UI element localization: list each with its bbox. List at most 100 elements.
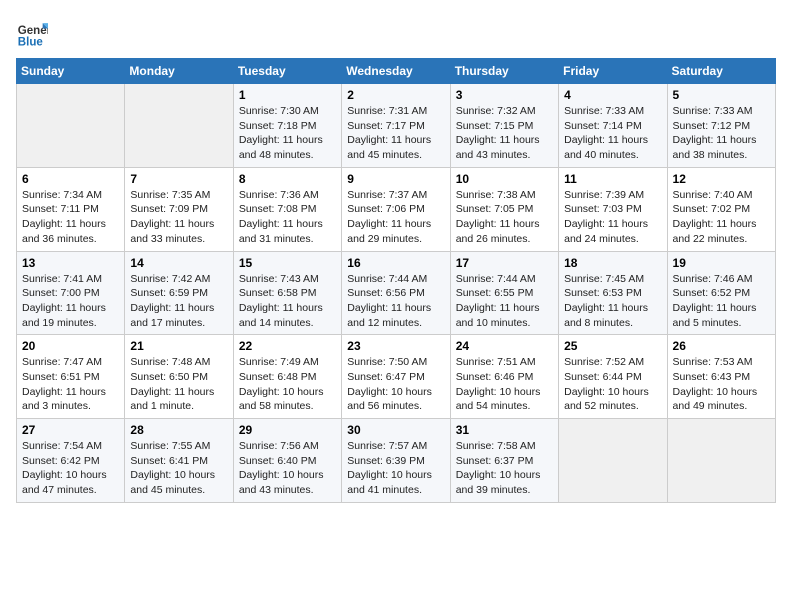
day-number: 8 <box>239 172 336 186</box>
day-number: 4 <box>564 88 661 102</box>
calendar-cell: 12Sunrise: 7:40 AM Sunset: 7:02 PM Dayli… <box>667 167 775 251</box>
day-detail: Sunrise: 7:30 AM Sunset: 7:18 PM Dayligh… <box>239 104 336 163</box>
calendar-cell <box>125 84 233 168</box>
day-detail: Sunrise: 7:32 AM Sunset: 7:15 PM Dayligh… <box>456 104 553 163</box>
day-number: 9 <box>347 172 444 186</box>
day-detail: Sunrise: 7:45 AM Sunset: 6:53 PM Dayligh… <box>564 272 661 331</box>
calendar-cell <box>667 419 775 503</box>
weekday-header-monday: Monday <box>125 59 233 84</box>
calendar-cell: 19Sunrise: 7:46 AM Sunset: 6:52 PM Dayli… <box>667 251 775 335</box>
day-number: 25 <box>564 339 661 353</box>
calendar-week-row: 1 Sunrise: 7:30 AM Sunset: 7:18 PM Daylig… <box>17 84 776 168</box>
day-detail: Sunrise: 7:47 AM Sunset: 6:51 PM Dayligh… <box>22 355 119 414</box>
day-detail: Sunrise: 7:34 AM Sunset: 7:11 PM Dayligh… <box>22 188 119 247</box>
day-number: 20 <box>22 339 119 353</box>
day-number: 24 <box>456 339 553 353</box>
day-detail: Sunrise: 7:54 AM Sunset: 6:42 PM Dayligh… <box>22 439 119 498</box>
day-number: 18 <box>564 256 661 270</box>
calendar-cell: 3 Sunrise: 7:32 AM Sunset: 7:15 PM Daylig… <box>450 84 558 168</box>
calendar-cell <box>17 84 125 168</box>
day-number: 26 <box>673 339 770 353</box>
day-number: 11 <box>564 172 661 186</box>
calendar-cell: 2Sunrise: 7:31 AM Sunset: 7:17 PM Daylig… <box>342 84 450 168</box>
page-header: General Blue <box>16 16 776 48</box>
day-detail: Sunrise: 7:53 AM Sunset: 6:43 PM Dayligh… <box>673 355 770 414</box>
day-detail: Sunrise: 7:52 AM Sunset: 6:44 PM Dayligh… <box>564 355 661 414</box>
day-number: 31 <box>456 423 553 437</box>
day-number: 21 <box>130 339 227 353</box>
calendar-table: SundayMondayTuesdayWednesdayThursdayFrid… <box>16 58 776 503</box>
calendar-cell: 14 Sunrise: 7:42 AM Sunset: 6:59 PM Dayli… <box>125 251 233 335</box>
day-detail: Sunrise: 7:42 AM Sunset: 6:59 PM Dayligh… <box>130 272 227 331</box>
calendar-cell: 8Sunrise: 7:36 AM Sunset: 7:08 PM Daylig… <box>233 167 341 251</box>
day-number: 6 <box>22 172 119 186</box>
calendar-week-row: 20 Sunrise: 7:47 AM Sunset: 6:51 PM Dayli… <box>17 335 776 419</box>
calendar-week-row: 6 Sunrise: 7:34 AM Sunset: 7:11 PM Daylig… <box>17 167 776 251</box>
calendar-cell: 28 Sunrise: 7:55 AM Sunset: 6:41 PM Dayli… <box>125 419 233 503</box>
logo-icon: General Blue <box>16 16 48 48</box>
day-number: 27 <box>22 423 119 437</box>
weekday-header-thursday: Thursday <box>450 59 558 84</box>
day-number: 12 <box>673 172 770 186</box>
weekday-header-saturday: Saturday <box>667 59 775 84</box>
day-detail: Sunrise: 7:43 AM Sunset: 6:58 PM Dayligh… <box>239 272 336 331</box>
day-number: 7 <box>130 172 227 186</box>
calendar-cell: 11 Sunrise: 7:39 AM Sunset: 7:03 PM Dayli… <box>559 167 667 251</box>
day-number: 15 <box>239 256 336 270</box>
calendar-cell: 10 Sunrise: 7:38 AM Sunset: 7:05 PM Dayli… <box>450 167 558 251</box>
calendar-cell: 15 Sunrise: 7:43 AM Sunset: 6:58 PM Dayli… <box>233 251 341 335</box>
day-detail: Sunrise: 7:44 AM Sunset: 6:56 PM Dayligh… <box>347 272 444 331</box>
calendar-cell: 1 Sunrise: 7:30 AM Sunset: 7:18 PM Daylig… <box>233 84 341 168</box>
weekday-header-wednesday: Wednesday <box>342 59 450 84</box>
calendar-cell: 17 Sunrise: 7:44 AM Sunset: 6:55 PM Dayli… <box>450 251 558 335</box>
day-detail: Sunrise: 7:58 AM Sunset: 6:37 PM Dayligh… <box>456 439 553 498</box>
logo: General Blue <box>16 16 48 48</box>
calendar-cell: 18 Sunrise: 7:45 AM Sunset: 6:53 PM Dayli… <box>559 251 667 335</box>
calendar-cell: 21 Sunrise: 7:48 AM Sunset: 6:50 PM Dayli… <box>125 335 233 419</box>
calendar-cell: 13Sunrise: 7:41 AM Sunset: 7:00 PM Dayli… <box>17 251 125 335</box>
calendar-cell: 31 Sunrise: 7:58 AM Sunset: 6:37 PM Dayli… <box>450 419 558 503</box>
day-detail: Sunrise: 7:48 AM Sunset: 6:50 PM Dayligh… <box>130 355 227 414</box>
calendar-cell: 27 Sunrise: 7:54 AM Sunset: 6:42 PM Dayli… <box>17 419 125 503</box>
calendar-week-row: 13Sunrise: 7:41 AM Sunset: 7:00 PM Dayli… <box>17 251 776 335</box>
day-number: 3 <box>456 88 553 102</box>
day-detail: Sunrise: 7:51 AM Sunset: 6:46 PM Dayligh… <box>456 355 553 414</box>
day-number: 16 <box>347 256 444 270</box>
calendar-cell: 6 Sunrise: 7:34 AM Sunset: 7:11 PM Daylig… <box>17 167 125 251</box>
calendar-cell: 30 Sunrise: 7:57 AM Sunset: 6:39 PM Dayli… <box>342 419 450 503</box>
calendar-cell: 25 Sunrise: 7:52 AM Sunset: 6:44 PM Dayli… <box>559 335 667 419</box>
calendar-cell: 24 Sunrise: 7:51 AM Sunset: 6:46 PM Dayli… <box>450 335 558 419</box>
weekday-header-row: SundayMondayTuesdayWednesdayThursdayFrid… <box>17 59 776 84</box>
day-number: 10 <box>456 172 553 186</box>
calendar-cell: 20 Sunrise: 7:47 AM Sunset: 6:51 PM Dayli… <box>17 335 125 419</box>
day-detail: Sunrise: 7:31 AM Sunset: 7:17 PM Dayligh… <box>347 104 444 163</box>
day-detail: Sunrise: 7:35 AM Sunset: 7:09 PM Dayligh… <box>130 188 227 247</box>
day-number: 1 <box>239 88 336 102</box>
calendar-cell: 26 Sunrise: 7:53 AM Sunset: 6:43 PM Dayli… <box>667 335 775 419</box>
calendar-cell: 23Sunrise: 7:50 AM Sunset: 6:47 PM Dayli… <box>342 335 450 419</box>
day-detail: Sunrise: 7:37 AM Sunset: 7:06 PM Dayligh… <box>347 188 444 247</box>
weekday-header-sunday: Sunday <box>17 59 125 84</box>
day-detail: Sunrise: 7:39 AM Sunset: 7:03 PM Dayligh… <box>564 188 661 247</box>
day-number: 29 <box>239 423 336 437</box>
day-detail: Sunrise: 7:56 AM Sunset: 6:40 PM Dayligh… <box>239 439 336 498</box>
day-number: 14 <box>130 256 227 270</box>
day-number: 30 <box>347 423 444 437</box>
calendar-cell: 29 Sunrise: 7:56 AM Sunset: 6:40 PM Dayli… <box>233 419 341 503</box>
day-detail: Sunrise: 7:38 AM Sunset: 7:05 PM Dayligh… <box>456 188 553 247</box>
day-detail: Sunrise: 7:55 AM Sunset: 6:41 PM Dayligh… <box>130 439 227 498</box>
calendar-week-row: 27 Sunrise: 7:54 AM Sunset: 6:42 PM Dayli… <box>17 419 776 503</box>
day-number: 22 <box>239 339 336 353</box>
day-detail: Sunrise: 7:33 AM Sunset: 7:12 PM Dayligh… <box>673 104 770 163</box>
day-number: 23 <box>347 339 444 353</box>
day-detail: Sunrise: 7:33 AM Sunset: 7:14 PM Dayligh… <box>564 104 661 163</box>
day-detail: Sunrise: 7:57 AM Sunset: 6:39 PM Dayligh… <box>347 439 444 498</box>
weekday-header-tuesday: Tuesday <box>233 59 341 84</box>
day-detail: Sunrise: 7:44 AM Sunset: 6:55 PM Dayligh… <box>456 272 553 331</box>
day-number: 28 <box>130 423 227 437</box>
calendar-cell <box>559 419 667 503</box>
weekday-header-friday: Friday <box>559 59 667 84</box>
day-number: 17 <box>456 256 553 270</box>
calendar-cell: 4 Sunrise: 7:33 AM Sunset: 7:14 PM Daylig… <box>559 84 667 168</box>
calendar-cell: 9 Sunrise: 7:37 AM Sunset: 7:06 PM Daylig… <box>342 167 450 251</box>
